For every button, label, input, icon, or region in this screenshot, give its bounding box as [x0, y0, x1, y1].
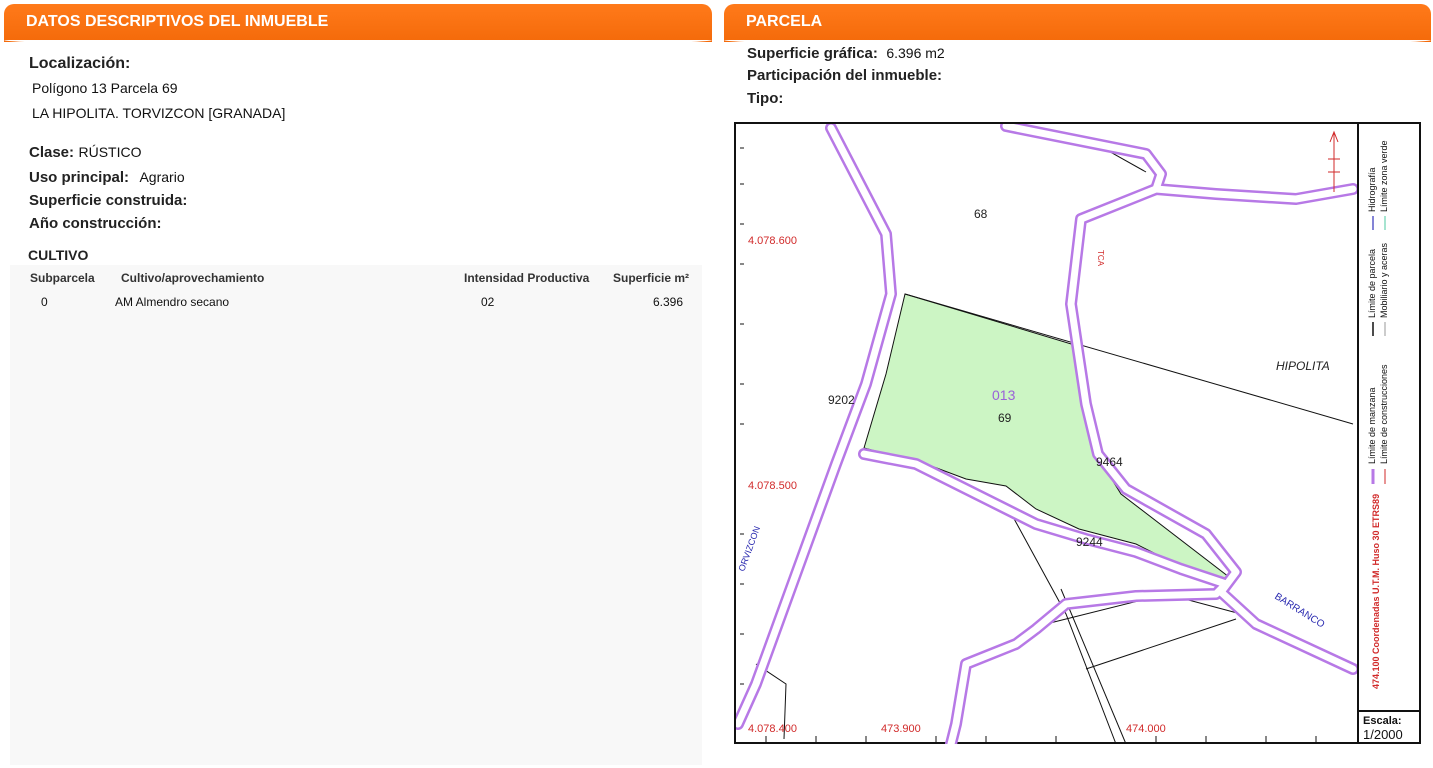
label-9244: 9244 — [1076, 535, 1103, 549]
uso-label: Uso principal: — [29, 169, 130, 186]
tipo-label: Tipo: — [747, 90, 784, 107]
legend-limite-zona-verde: Límite zona verde — [1379, 140, 1389, 212]
superficie-grafica-label: Superficie gráfica: — [747, 45, 878, 62]
clase-row: Clase: RÚSTICO — [29, 144, 141, 162]
legend-limite-parcela: Límite de parcela — [1367, 248, 1377, 318]
col-header-superficie: Superficie m² — [613, 271, 690, 285]
coord-y-400: 4.078.400 — [748, 723, 797, 735]
north-arrow-icon — [1328, 130, 1340, 192]
map-legend: Límite de manzana Límite de parcela Hidr… — [1357, 124, 1421, 710]
map-canvas: 4.078.600 4.078.500 4.078.400 473.900 47… — [736, 124, 1357, 744]
label-68: 68 — [974, 207, 988, 221]
parcela-title: PARCELA — [746, 13, 823, 30]
left-ticks — [740, 147, 744, 685]
superficie-grafica-row: Superficie gráfica: 6.396 m2 — [747, 45, 945, 63]
uso-value: Agrario — [139, 169, 185, 185]
superficie-construida-label: Superficie construida: — [29, 192, 188, 209]
bottom-ticks — [765, 736, 1317, 742]
col-header-subparcela: Subparcela — [30, 271, 95, 285]
coord-y-600: 4.078.600 — [748, 235, 797, 247]
label-9202: 9202 — [828, 393, 855, 407]
cell-cultivo: AM Almendro secano — [115, 295, 230, 309]
cadastral-map: 4.078.600 4.078.500 4.078.400 473.900 47… — [734, 122, 1421, 744]
col-header-intensidad: Intensidad Productiva — [464, 271, 590, 285]
coord-x-900: 473.900 — [881, 723, 921, 735]
legend-hidrografia: Hidrografía — [1367, 167, 1377, 212]
label-013: 013 — [992, 387, 1016, 403]
cell-intensidad: 02 — [481, 295, 495, 309]
boundary-line-ne — [1085, 618, 1237, 670]
label-torvizcon: ORVIZCON — [736, 525, 762, 573]
parcel-69-area — [863, 293, 1231, 583]
label-barranco: BARRANCO — [1272, 591, 1326, 630]
scale-label: Escala: — [1363, 715, 1402, 727]
label-9464: 9464 — [1096, 455, 1123, 469]
anio-construccion-label: Año construcción: — [29, 215, 162, 232]
cell-subparcela: 0 — [41, 295, 48, 309]
legend-coord-note: 474.100 Coordenadas U.T.M. Huso 30 ETRS8… — [1371, 493, 1381, 689]
road-west — [736, 124, 897, 730]
scale-box: Escala: 1/2000 — [1357, 710, 1421, 744]
address-line-1: Polígono 13 Parcela 69 — [32, 80, 178, 96]
uso-row: Uso principal: Agrario — [29, 169, 185, 187]
coord-x-000: 474.000 — [1126, 723, 1166, 735]
descriptive-data-header: DATOS DESCRIPTIVOS DEL INMUEBLE — [4, 4, 712, 46]
label-69: 69 — [998, 411, 1012, 425]
label-hipolita: HIPOLITA — [1276, 359, 1330, 373]
legend-limite-manzana: Límite de manzana — [1367, 387, 1377, 464]
scale-value: 1/2000 — [1363, 727, 1403, 742]
legend-limite-construcciones: Límite de construcciones — [1379, 364, 1389, 464]
legend-mobiliario-aceras: Mobiliario y aceras — [1379, 242, 1389, 318]
cultivo-title: CULTIVO — [28, 247, 89, 263]
col-header-cultivo: Cultivo/aprovechamiento — [121, 271, 265, 285]
clase-label: Clase: — [29, 144, 75, 161]
parcela-header: PARCELA — [724, 4, 1431, 46]
clase-value: RÚSTICO — [78, 144, 142, 160]
descriptive-data-title: DATOS DESCRIPTIVOS DEL INMUEBLE — [26, 13, 329, 30]
coord-y-500: 4.078.500 — [748, 480, 797, 492]
localizacion-label: Localización: — [29, 55, 131, 72]
cultivo-table: Subparcela Cultivo/aprovechamiento Inten… — [10, 265, 702, 765]
address-line-2: LA HIPOLITA. TORVIZCON [GRANADA] — [32, 105, 286, 121]
cell-superficie: 6.396 — [653, 295, 684, 309]
label-tca: TCA — [1096, 250, 1105, 267]
participacion-label: Participación del inmueble: — [747, 67, 943, 84]
superficie-grafica-value: 6.396 m2 — [886, 45, 945, 61]
